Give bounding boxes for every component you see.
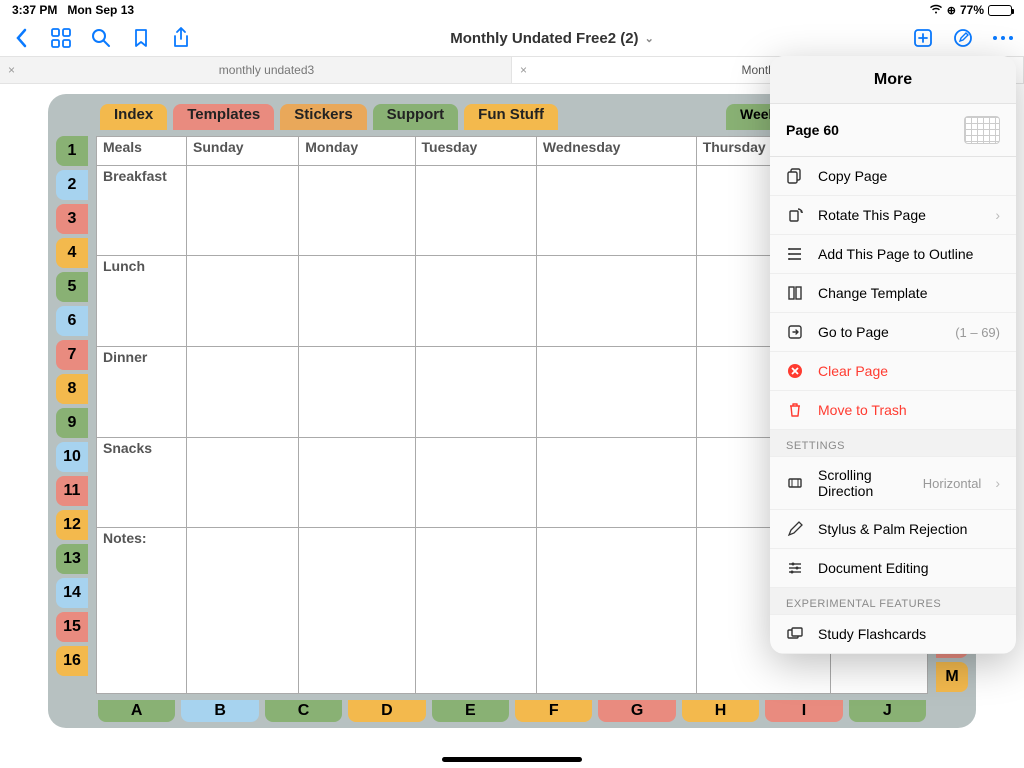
menu-clear-page[interactable]: Clear Page	[770, 352, 1016, 391]
document-title[interactable]: Monthly Undated Free2 (2) ⌄	[210, 30, 894, 47]
sliders-icon	[786, 559, 804, 577]
app-toolbar: Monthly Undated Free2 (2) ⌄	[0, 20, 1024, 56]
menu-stylus-palm[interactable]: Stylus & Palm Rejection	[770, 510, 1016, 549]
bookmark-icon[interactable]	[130, 27, 152, 49]
menu-add-to-outline[interactable]: Add This Page to Outline	[770, 235, 1016, 274]
col-header: Sunday	[187, 137, 299, 166]
wifi-icon	[929, 3, 943, 17]
side-tab[interactable]: 12	[56, 510, 88, 540]
side-tab[interactable]: 4	[56, 238, 88, 268]
rotate-icon	[786, 206, 804, 224]
bottom-tab[interactable]: I	[765, 700, 842, 722]
battery-percent: 77%	[960, 3, 984, 17]
side-tab[interactable]: 14	[56, 578, 88, 608]
side-tab[interactable]: 5	[56, 272, 88, 302]
row-dinner: Dinner	[97, 346, 187, 437]
bottom-tab[interactable]: D	[348, 700, 425, 722]
col-header: Meals	[97, 137, 187, 166]
col-header: Tuesday	[415, 137, 536, 166]
tab-funstuff[interactable]: Fun Stuff	[464, 104, 558, 130]
menu-move-to-trash[interactable]: Move to Trash	[770, 391, 1016, 430]
side-tab[interactable]: 7	[56, 340, 88, 370]
bottom-letter-tabs: A B C D E F G H I J	[98, 700, 926, 722]
bottom-tab[interactable]: E	[432, 700, 509, 722]
side-tab[interactable]: 8	[56, 374, 88, 404]
bottom-tab[interactable]: A	[98, 700, 175, 722]
popover-title: More	[770, 56, 1016, 104]
template-icon	[786, 284, 804, 302]
search-icon[interactable]	[90, 27, 112, 49]
tab-support[interactable]: Support	[373, 104, 459, 130]
clear-icon	[786, 362, 804, 380]
side-tab[interactable]: 11	[56, 476, 88, 506]
bottom-tab[interactable]: B	[181, 700, 258, 722]
side-tab[interactable]: 1	[56, 136, 88, 166]
add-page-icon[interactable]	[912, 27, 934, 49]
row-lunch: Lunch	[97, 256, 187, 347]
goto-icon	[786, 323, 804, 341]
col-header: Wednesday	[536, 137, 696, 166]
chevron-right-icon: ›	[995, 207, 1000, 223]
menu-go-to-page[interactable]: Go to Page (1 – 69)	[770, 313, 1016, 352]
page-thumbnail-icon	[964, 116, 1000, 144]
side-tab[interactable]: 13	[56, 544, 88, 574]
menu-study-flashcards[interactable]: Study Flashcards	[770, 615, 1016, 654]
section-experimental: Experimental Features	[770, 588, 1016, 615]
side-tab[interactable]: 16	[56, 646, 88, 676]
grid-icon[interactable]	[50, 27, 72, 49]
tab-index[interactable]: Index	[100, 104, 167, 130]
menu-rotate-page[interactable]: Rotate This Page ›	[770, 196, 1016, 235]
bottom-tab[interactable]: C	[265, 700, 342, 722]
more-popover: More Page 60 Copy Page Rotate This Page …	[770, 56, 1016, 654]
side-tab[interactable]: 15	[56, 612, 88, 642]
close-icon[interactable]: ×	[520, 63, 534, 77]
back-icon[interactable]	[10, 27, 32, 49]
chevron-right-icon: ›	[995, 475, 1000, 491]
bottom-tab[interactable]: G	[598, 700, 675, 722]
scroll-value: Horizontal	[923, 476, 982, 491]
side-tab[interactable]: 3	[56, 204, 88, 234]
close-icon[interactable]: ×	[8, 63, 22, 77]
menu-scrolling-direction[interactable]: Scrolling Direction Horizontal ›	[770, 457, 1016, 510]
page-number-label: Page 60	[786, 122, 839, 138]
side-day-tabs: 1 2 3 4 5 6 7 8 9 10 11 12 13 14 15 16	[56, 136, 88, 676]
side-tab[interactable]: 10	[56, 442, 88, 472]
bottom-tab[interactable]: J	[849, 700, 926, 722]
trash-icon	[786, 401, 804, 419]
section-settings: Settings	[770, 430, 1016, 457]
menu-change-template[interactable]: Change Template	[770, 274, 1016, 313]
status-date: Mon Sep 13	[67, 3, 134, 17]
row-snacks: Snacks	[97, 437, 187, 528]
battery-icon	[988, 5, 1012, 16]
tab-stickers[interactable]: Stickers	[280, 104, 366, 130]
status-bar: 3:37 PM Mon Sep 13 ⊕ 77%	[0, 0, 1024, 20]
flashcards-icon	[786, 625, 804, 643]
col-header: Monday	[299, 137, 415, 166]
outline-icon	[786, 245, 804, 263]
menu-copy-page[interactable]: Copy Page	[770, 157, 1016, 196]
page-info: Page 60	[770, 104, 1016, 157]
more-icon[interactable]	[992, 27, 1014, 49]
copy-icon	[786, 167, 804, 185]
share-icon[interactable]	[170, 27, 192, 49]
status-time: 3:37 PM	[12, 3, 57, 17]
side-tab[interactable]: 6	[56, 306, 88, 336]
chevron-down-icon: ⌄	[645, 32, 654, 45]
document-tab[interactable]: × monthly undated3	[0, 57, 512, 83]
side-tab[interactable]: 2	[56, 170, 88, 200]
scroll-icon	[786, 474, 804, 492]
home-indicator[interactable]	[442, 757, 582, 762]
tab-templates[interactable]: Templates	[173, 104, 274, 130]
goto-range: (1 – 69)	[955, 325, 1000, 340]
menu-document-editing[interactable]: Document Editing	[770, 549, 1016, 588]
bottom-tab[interactable]: F	[515, 700, 592, 722]
side-tab[interactable]: 9	[56, 408, 88, 438]
pencil-icon	[786, 520, 804, 538]
right-tab[interactable]: M	[936, 662, 968, 692]
row-notes: Notes:	[97, 528, 187, 694]
bottom-tab[interactable]: H	[682, 700, 759, 722]
edit-icon[interactable]	[952, 27, 974, 49]
row-breakfast: Breakfast	[97, 165, 187, 256]
